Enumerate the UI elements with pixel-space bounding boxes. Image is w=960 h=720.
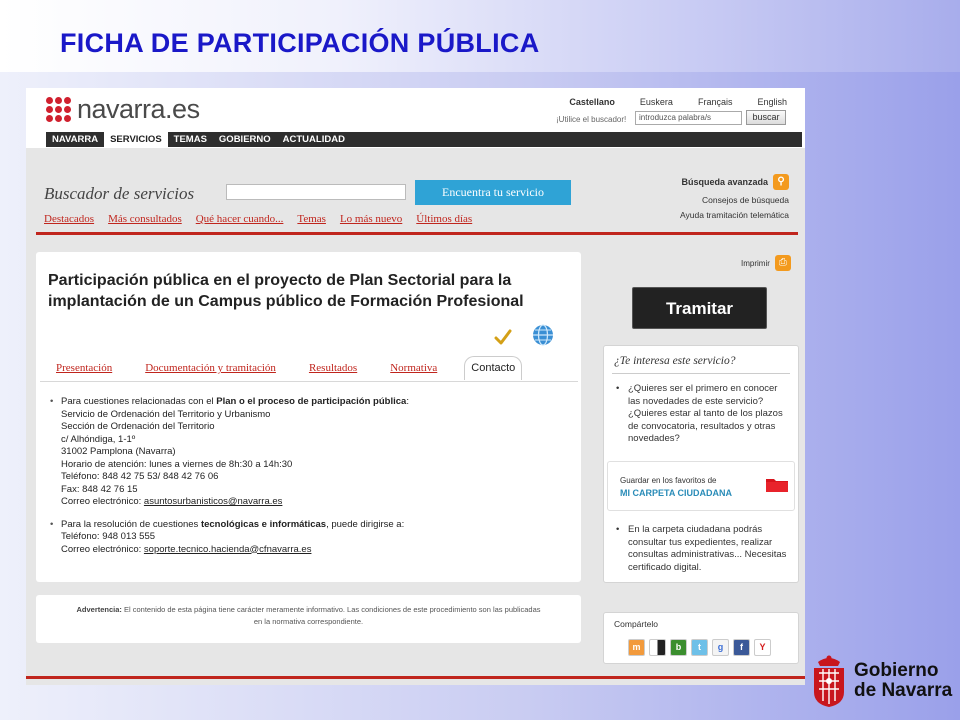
contact2-phone: Teléfono: 948 013 555 [61, 531, 156, 542]
contact1-intro-bold: Plan o el proceso de participación públi… [216, 396, 407, 407]
browser-screenshot: navarra.es Castellano Euskera Français E… [26, 88, 805, 685]
logo-dots-icon [46, 97, 71, 122]
list-item: Para la resolución de cuestiones tecnoló… [48, 519, 573, 557]
tab-contacto[interactable]: Contacto [464, 356, 523, 380]
share-panel: Compártelo m b t g f Y [603, 612, 799, 664]
contact2-intro-bold: tecnológicas e informáticas [200, 518, 327, 530]
share-title: Compártelo [614, 619, 658, 629]
gobierno-logo-line2: de Navarra [854, 680, 953, 701]
favorites-box[interactable]: Guardar en los favoritos de MI CARPETA C… [607, 461, 795, 511]
delicious-icon[interactable] [649, 639, 666, 656]
carpeta-text: En la carpeta ciudadana podrás consultar… [616, 524, 791, 574]
nav-gobierno[interactable]: GOBIERNO [213, 132, 277, 147]
facebook-icon[interactable]: f [733, 639, 750, 656]
advanced-search-link[interactable]: Búsqueda avanzada [681, 177, 768, 187]
navarra-shield-icon [814, 655, 844, 707]
nav-servicios[interactable]: SERVICIOS [104, 132, 168, 147]
telematic-help-link[interactable]: Ayuda tramitación telemática [680, 210, 789, 220]
interest-panel: ¿Te interesa este servicio? ¿Quieres ser… [603, 345, 799, 583]
yahoo-icon[interactable]: Y [754, 639, 771, 656]
nav-actualidad[interactable]: ACTUALIDAD [277, 132, 351, 147]
globe-icon [533, 324, 553, 346]
contact1-email-link[interactable]: asuntosurbanisticos@navarra.es [144, 496, 283, 507]
printer-icon: ⎙ [774, 255, 791, 271]
list-item: Para cuestiones relacionadas con el Plan… [48, 396, 573, 509]
link-mas-consultados[interactable]: Más consultados [108, 213, 182, 225]
language-english[interactable]: English [757, 97, 787, 107]
tab-resultados[interactable]: Resultados [309, 362, 357, 374]
print-link[interactable]: Imprimir ⎙ [741, 255, 791, 271]
navarra-logo[interactable]: navarra.es [46, 94, 200, 125]
logo-text: navarra.es [77, 94, 200, 124]
interest-rule [612, 373, 790, 374]
contact1-line: Fax: 848 42 76 15 [61, 483, 138, 495]
content-panel: Participación pública en el proyecto de … [36, 252, 581, 582]
divider-line [36, 232, 798, 235]
mi-carpeta-link[interactable]: MI CARPETA CIUDADANA [620, 488, 732, 498]
contact1-line: Teléfono: 848 42 75 53/ 848 42 76 06 [61, 471, 219, 482]
gobierno-logo-text: Gobierno de Navarra [854, 661, 952, 701]
contact1-email-label: Correo electrónico: [61, 496, 144, 507]
service-search-input[interactable] [226, 184, 406, 200]
contact1-intro: Para cuestiones relacionadas con el [61, 396, 217, 407]
tab-documentacion[interactable]: Documentación y tramitación [145, 362, 276, 374]
contact1-intro-suffix: : [406, 396, 409, 407]
language-castellano[interactable]: Castellano [569, 97, 615, 107]
main-nav: NAVARRA SERVICIOS TEMAS GOBIERNO ACTUALI… [46, 132, 802, 147]
favorites-small-text: Guardar en los favoritos de [620, 476, 717, 485]
bitacoras-icon[interactable]: b [670, 639, 687, 656]
page-title: Participación pública en el proyecto de … [48, 272, 524, 310]
contact-info: Para cuestiones relacionadas con el Plan… [48, 396, 573, 566]
contact1-line: 31002 Pamplona (Navarra) [61, 446, 176, 457]
tab-rule [40, 381, 578, 382]
folder-icon [766, 479, 788, 492]
share-icons: m b t g f Y [628, 639, 771, 656]
contact2-intro: Para la resolución de cuestiones [61, 518, 201, 530]
advanced-search-block: Búsqueda avanzada ⚲ Consejos de búsqueda… [680, 174, 789, 225]
contact1-line: Horario de atención: lunes a viernes de … [61, 458, 293, 470]
gobierno-navarra-logo: Gobierno de Navarra [812, 654, 952, 708]
language-francais[interactable]: Français [698, 97, 733, 107]
search-hint: ¡Utilice el buscador! [556, 115, 627, 124]
print-label: Imprimir [741, 258, 770, 268]
contact1-line: c/ Alhóndiga, 1-1º [61, 433, 136, 445]
meneame-icon[interactable]: m [628, 639, 645, 656]
interest-title: ¿Te interesa este servicio? [614, 355, 736, 367]
find-service-button[interactable]: Encuentra tu servicio [415, 180, 571, 205]
contact2-email-label: Correo electrónico: [61, 543, 144, 555]
disclaimer-panel: Advertencia: El contenido de esta página… [36, 595, 581, 643]
link-lo-mas-nuevo[interactable]: Lo más nuevo [340, 213, 402, 225]
magnifier-icon[interactable]: ⚲ [773, 174, 789, 190]
google-icon[interactable]: g [712, 639, 729, 656]
tramitar-button[interactable]: Tramitar [632, 287, 767, 329]
quick-links: Destacados Más consultados Qué hacer cua… [44, 213, 472, 225]
link-destacados[interactable]: Destacados [44, 213, 94, 225]
tab-presentacion[interactable]: Presentación [56, 362, 112, 374]
search-input[interactable]: introduzca palabra/s [635, 111, 742, 125]
language-selector: Castellano Euskera Français English [569, 97, 787, 107]
contact2-email-link[interactable]: soporte.tecnico.hacienda@cfnavarra.es [144, 544, 312, 555]
link-que-hacer-cuando[interactable]: Qué hacer cuando... [196, 213, 284, 225]
interest-text: ¿Quieres ser el primero en conocer las n… [616, 383, 791, 446]
nav-temas[interactable]: TEMAS [168, 132, 213, 147]
disclaimer-label: Advertencia: [76, 605, 122, 614]
link-temas[interactable]: Temas [297, 213, 326, 225]
service-search-title: Buscador de servicios [44, 184, 195, 203]
tab-normativa[interactable]: Normativa [390, 362, 437, 374]
search-advice-link[interactable]: Consejos de búsqueda [680, 195, 789, 205]
twitter-icon[interactable]: t [691, 639, 708, 656]
contact2-intro-suffix: , puede dirigirse a: [326, 518, 405, 530]
contact1-line: Sección de Ordenación del Territorio [61, 421, 215, 432]
checkmark-icon [494, 329, 512, 345]
bottom-divider [26, 676, 805, 679]
content-tabs: Presentación Documentación y tramitación… [56, 354, 576, 382]
language-euskera[interactable]: Euskera [640, 97, 673, 107]
gobierno-logo-line1: Gobierno [854, 660, 939, 681]
link-ultimos-dias[interactable]: Últimos días [416, 213, 472, 225]
nav-navarra[interactable]: NAVARRA [46, 132, 104, 147]
disclaimer-text: El contenido de esta página tiene caráct… [121, 605, 541, 626]
slide-title: FICHA DE PARTICIPACIÓN PÚBLICA [60, 28, 540, 58]
search-button[interactable]: buscar [746, 110, 786, 125]
contact1-line: Servicio de Ordenación del Territorio y … [61, 408, 271, 420]
